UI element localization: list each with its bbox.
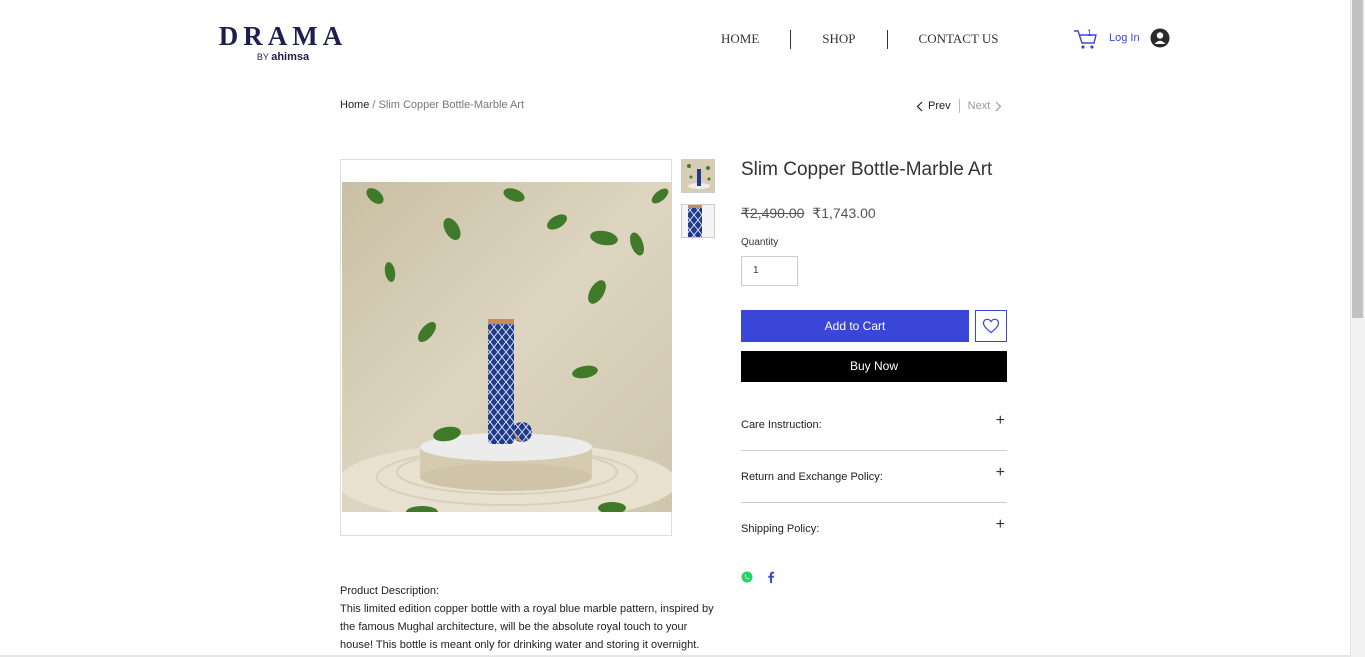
breadcrumb: Home / Slim Copper Bottle-Marble Art bbox=[340, 99, 525, 111]
whatsapp-icon[interactable] bbox=[741, 570, 753, 588]
wishlist-button[interactable] bbox=[975, 310, 1007, 342]
description-text: This limited edition copper bottle with … bbox=[340, 603, 714, 651]
accordion-shipping-policy[interactable]: Shipping Policy: + bbox=[741, 503, 1007, 555]
breadcrumb-current: Slim Copper Bottle-Marble Art bbox=[378, 99, 525, 111]
cart-count: 1 bbox=[1087, 28, 1093, 38]
add-to-cart-button[interactable]: Add to Cart bbox=[741, 310, 969, 342]
description-heading: Product Description: bbox=[340, 585, 440, 597]
product-description: Product Description: This limited editio… bbox=[340, 582, 720, 654]
login-link[interactable]: Log In bbox=[1109, 32, 1140, 44]
accordion-label: Care Instruction: bbox=[741, 419, 822, 431]
main-nav: HOME SHOP CONTACT US bbox=[690, 28, 1030, 50]
product-pager: Prev Next bbox=[916, 99, 1002, 113]
pager-divider bbox=[958, 99, 960, 113]
logo[interactable]: DRAMA BY ahimsa bbox=[213, 22, 353, 63]
quantity-input[interactable]: 1 bbox=[741, 256, 798, 286]
heart-icon bbox=[982, 318, 1000, 334]
product-main-image[interactable] bbox=[340, 159, 672, 536]
original-price: ₹2,490.00 bbox=[741, 205, 805, 221]
quantity-label: Quantity bbox=[741, 237, 779, 248]
logo-wordmark: DRAMA bbox=[218, 21, 348, 51]
cart-icon[interactable]: 1 bbox=[1073, 28, 1099, 50]
next-button[interactable]: Next bbox=[968, 100, 1003, 112]
nav-contact-us[interactable]: CONTACT US bbox=[888, 28, 1030, 50]
nav-shop[interactable]: SHOP bbox=[791, 28, 886, 50]
product-price: ₹2,490.00 ₹1,743.00 bbox=[741, 205, 876, 222]
accordion-label: Return and Exchange Policy: bbox=[741, 471, 883, 483]
logo-subtitle: BY ahimsa bbox=[256, 51, 310, 63]
prev-button[interactable]: Prev bbox=[916, 100, 951, 112]
accordion-return-policy[interactable]: Return and Exchange Policy: + bbox=[741, 451, 1007, 503]
nav-home[interactable]: HOME bbox=[690, 28, 790, 50]
accordion-care-instruction[interactable]: Care Instruction: + bbox=[741, 399, 1007, 451]
scrollbar[interactable] bbox=[1350, 0, 1365, 657]
plus-icon: + bbox=[995, 516, 1005, 533]
sale-price: ₹1,743.00 bbox=[812, 205, 876, 221]
user-avatar-icon[interactable] bbox=[1150, 28, 1170, 48]
chevron-left-icon bbox=[916, 101, 923, 111]
plus-icon: + bbox=[995, 412, 1005, 429]
facebook-icon[interactable] bbox=[767, 570, 775, 588]
product-thumbnail[interactable] bbox=[681, 159, 715, 193]
breadcrumb-home[interactable]: Home bbox=[340, 99, 369, 111]
chevron-right-icon bbox=[995, 101, 1002, 111]
product-title: Slim Copper Bottle-Marble Art bbox=[741, 159, 993, 180]
plus-icon: + bbox=[995, 464, 1005, 481]
accordion-label: Shipping Policy: bbox=[741, 523, 820, 535]
share-bar bbox=[741, 570, 775, 588]
buy-now-button[interactable]: Buy Now bbox=[741, 351, 1007, 382]
scrollbar-thumb[interactable] bbox=[1352, 0, 1363, 318]
product-thumbnail[interactable] bbox=[681, 204, 715, 238]
